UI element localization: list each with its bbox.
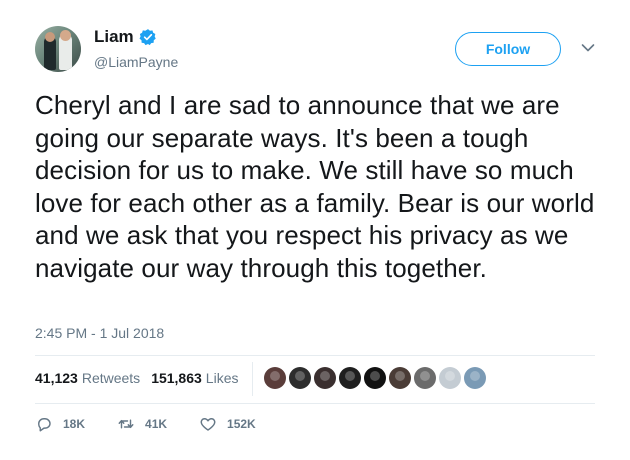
- liker-avatar[interactable]: [314, 367, 336, 389]
- reply-icon: [38, 418, 51, 432]
- stats-separator: [252, 362, 253, 396]
- divider-bottom: [35, 403, 595, 404]
- reply-button[interactable]: 18K: [35, 415, 85, 433]
- liker-avatar[interactable]: [439, 367, 461, 389]
- verified-badge-icon: [139, 29, 156, 46]
- author-handle[interactable]: @LiamPayne: [94, 54, 178, 70]
- liker-avatar[interactable]: [389, 367, 411, 389]
- retweets-count: 41,123: [35, 370, 78, 386]
- chevron-down-icon[interactable]: [581, 43, 595, 53]
- retweets-stat[interactable]: 41,123 Retweets: [35, 370, 140, 386]
- tweet-actions: 18K 41K 152K: [35, 415, 288, 433]
- heart-icon: [200, 418, 216, 431]
- divider-top: [35, 355, 595, 356]
- reply-count: 18K: [63, 417, 86, 431]
- liker-avatar[interactable]: [289, 367, 311, 389]
- liker-avatar[interactable]: [414, 367, 436, 389]
- author-display-name[interactable]: Liam: [94, 27, 134, 47]
- like-count: 152K: [227, 417, 256, 431]
- retweet-count: 41K: [145, 417, 168, 431]
- likes-label: Likes: [205, 370, 239, 386]
- tweet-text: Cheryl and I are sad to announce that we…: [35, 90, 595, 283]
- retweets-label: Retweets: [81, 370, 141, 386]
- retweet-icon: [118, 419, 134, 429]
- retweet-button[interactable]: 41K: [117, 415, 167, 433]
- avatar-head-right: [60, 30, 71, 41]
- liker-avatar[interactable]: [464, 367, 486, 389]
- engagement-stats: 41,123 Retweets 151,863 Likes: [35, 370, 238, 386]
- liker-avatars: [264, 367, 489, 389]
- likes-count: 151,863: [151, 370, 202, 386]
- liker-avatar[interactable]: [364, 367, 386, 389]
- author-avatar[interactable]: [35, 26, 81, 72]
- tweet-timestamp[interactable]: 2:45 PM - 1 Jul 2018: [35, 325, 164, 341]
- avatar-head-left: [45, 32, 55, 42]
- liker-avatar[interactable]: [264, 367, 286, 389]
- likes-stat[interactable]: 151,863 Likes: [151, 370, 238, 386]
- liker-avatar[interactable]: [339, 367, 361, 389]
- follow-button[interactable]: Follow: [455, 32, 561, 66]
- author-name-row: Liam: [94, 27, 157, 47]
- like-button[interactable]: 152K: [199, 415, 256, 433]
